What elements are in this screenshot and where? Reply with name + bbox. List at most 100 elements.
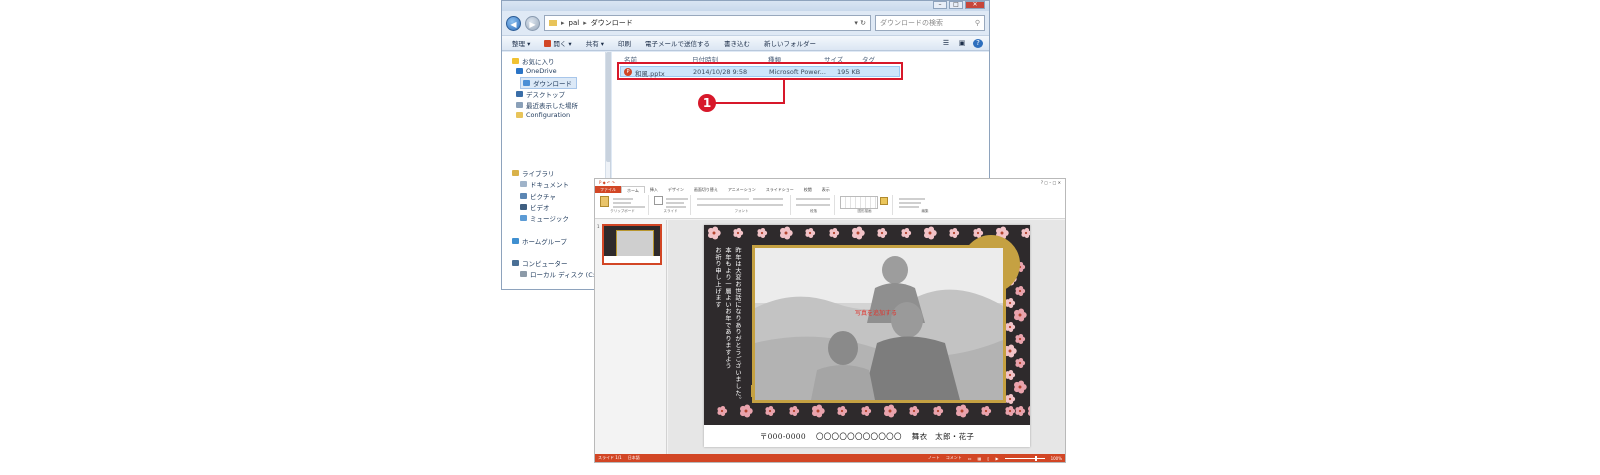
font-name-select[interactable] (697, 198, 749, 200)
nav-pictures[interactable]: ピクチャ (520, 191, 556, 201)
cut-button[interactable] (613, 198, 633, 200)
nav-label: Configuration (526, 111, 571, 119)
email-button[interactable]: 電子メールで送信する (645, 38, 710, 48)
nav-desktop[interactable]: デスクトップ (516, 89, 565, 99)
plum-blossom-icon (829, 228, 840, 238)
sorter-view-icon[interactable]: ▦ (978, 456, 982, 461)
nav-videos[interactable]: ビデオ (520, 202, 550, 212)
ribbon-group-drawing: 図形描画 (837, 195, 893, 215)
message-line-2[interactable]: 本年もより一層よいお年でありますよう (723, 247, 732, 369)
forward-button[interactable]: ▶ (525, 15, 540, 31)
plum-blossom-icon (1015, 406, 1026, 416)
view-options-icon[interactable]: ☰ (941, 39, 951, 48)
preview-pane-icon[interactable]: ▣ (957, 39, 967, 48)
address-bar[interactable]: ▸ pal ▸ ダウンロード ▾ ↻ (544, 15, 871, 31)
help-icon[interactable]: ? (973, 38, 983, 48)
nav-recent[interactable]: 最近表示した場所 (516, 100, 578, 110)
nav-onedrive[interactable]: OneDrive (516, 67, 557, 75)
reset-button[interactable] (666, 202, 684, 204)
nav-label: ホームグループ (522, 238, 567, 246)
photo-frame[interactable]: 写真を追加する (752, 245, 1006, 403)
tab-review[interactable]: 校閲 (799, 186, 817, 193)
reading-view-icon[interactable]: ▯ (987, 456, 989, 461)
organize-button[interactable]: 整理 ▾ (512, 38, 530, 48)
address-text: 〇〇〇〇〇〇〇〇〇〇〇 (815, 431, 902, 441)
slide-editing-area: 写真を追加する 昨年は大変お世話になりありがとうございました。 本年もより一層よ… (668, 220, 1065, 454)
align-buttons[interactable] (796, 204, 830, 206)
file-highlight-box (617, 62, 903, 80)
section-button[interactable] (666, 206, 686, 208)
tab-insert[interactable]: 挿入 (645, 186, 663, 193)
find-button[interactable] (899, 198, 925, 200)
nav-computer[interactable]: コンピューター (512, 258, 568, 268)
message-line-3[interactable]: 昨年は大変お世話になりありがとうございました。 (733, 247, 742, 403)
tab-animations[interactable]: アニメーション (723, 186, 761, 193)
search-input[interactable]: ダウンロードの検索 ⚲ (875, 15, 985, 31)
notes-button[interactable]: ノート (928, 455, 940, 461)
font-size-select[interactable] (753, 198, 783, 200)
comments-button[interactable]: コメント (946, 455, 962, 461)
plum-blossom-icon (733, 228, 744, 238)
zoom-level[interactable]: 100% (1051, 456, 1062, 461)
refresh-icon[interactable]: ▾ ↻ (854, 19, 870, 27)
breadcrumb-item[interactable]: pal (569, 19, 580, 27)
thumbnail-number: 1 (597, 224, 600, 229)
open-button[interactable]: 開く ▾ (544, 38, 572, 48)
nav-favorites[interactable]: お気に入り (512, 56, 555, 66)
copy-button[interactable] (613, 202, 631, 204)
plum-blossom-icon (1005, 406, 1016, 416)
command-bar: 整理 ▾ 開く ▾ 共有 ▾ 印刷 電子メールで送信する 書き込む 新しいフォル… (502, 35, 989, 51)
folder-icon (516, 112, 523, 118)
nav-downloads[interactable]: ダウンロード (520, 77, 577, 89)
slide-thumbnail[interactable] (602, 224, 662, 265)
layout-button[interactable] (666, 198, 688, 200)
status-bar: スライド 1/1 日本語 ノート コメント ▭ ▦ ▯ ▶ 100% (595, 454, 1065, 462)
normal-view-icon[interactable]: ▭ (968, 456, 972, 461)
list-buttons[interactable] (796, 198, 830, 200)
slide-canvas[interactable]: 写真を追加する 昨年は大変お世話になりありがとうございました。 本年もより一層よ… (704, 225, 1030, 447)
tab-view[interactable]: 表示 (817, 186, 835, 193)
zoom-slider[interactable] (1004, 455, 1045, 461)
tab-design[interactable]: デザイン (663, 186, 689, 193)
ppt-titlebar: P ◆ ↶ ↷ ? ▢ – □ ✕ (595, 179, 1065, 186)
nav-music[interactable]: ミュージック (520, 213, 569, 223)
nav-local-disk[interactable]: ローカル ディスク (C:) (520, 269, 597, 279)
quick-access-icon[interactable]: P ◆ ↶ ↷ (599, 180, 615, 185)
address-footer[interactable]: 〒000-0000 〇〇〇〇〇〇〇〇〇〇〇 舞衣 太郎・花子 (704, 425, 1030, 447)
plum-blossom-icon (909, 406, 920, 416)
arrange-icon[interactable] (880, 197, 888, 205)
scrollbar-thumb[interactable] (606, 52, 611, 162)
nav-configuration[interactable]: Configuration (516, 111, 570, 119)
replace-button[interactable] (899, 202, 921, 204)
maximize-icon[interactable]: □ (949, 1, 963, 9)
new-folder-button[interactable]: 新しいフォルダー (764, 38, 816, 48)
nav-label: OneDrive (526, 67, 557, 75)
print-button[interactable]: 印刷 (618, 38, 631, 48)
language-indicator[interactable]: 日本語 (628, 455, 640, 461)
tab-slideshow[interactable]: スライドショー (761, 186, 799, 193)
font-style-buttons[interactable] (697, 204, 783, 206)
ppt-window-controls[interactable]: ? ▢ – □ ✕ (1041, 180, 1061, 185)
share-button[interactable]: 共有 ▾ (586, 38, 604, 48)
format-painter-button[interactable] (613, 206, 645, 208)
tab-file[interactable]: ファイル (595, 186, 621, 193)
message-line-1[interactable]: お祈り申し上げます (713, 247, 722, 308)
nav-homegroup[interactable]: ホームグループ (512, 236, 567, 246)
nav-documents[interactable]: ドキュメント (520, 179, 569, 189)
nav-libraries[interactable]: ライブラリ (512, 168, 555, 178)
tab-transitions[interactable]: 画面切り替え (689, 186, 723, 193)
burn-button[interactable]: 書き込む (724, 38, 750, 48)
paste-icon[interactable] (600, 196, 609, 207)
ribbon: クリップボード スライド フォント 段落 図形描画 編集 (595, 193, 1065, 219)
powerpoint-window: P ◆ ↶ ↷ ? ▢ – □ ✕ ファイル ホーム 挿入 デザイン 画面切り替… (594, 178, 1066, 463)
close-icon[interactable]: ✕ (965, 1, 985, 9)
plum-blossom-icon (708, 226, 721, 240)
back-button[interactable]: ◀ (506, 15, 521, 31)
new-slide-icon[interactable] (654, 196, 663, 205)
add-photo-placeholder[interactable]: 写真を追加する (855, 308, 897, 317)
minimize-icon[interactable]: – (933, 1, 947, 9)
slideshow-view-icon[interactable]: ▶ (995, 456, 998, 461)
shapes-gallery[interactable] (840, 196, 878, 209)
select-button[interactable] (899, 206, 919, 208)
breadcrumb-item[interactable]: ダウンロード (591, 18, 633, 28)
